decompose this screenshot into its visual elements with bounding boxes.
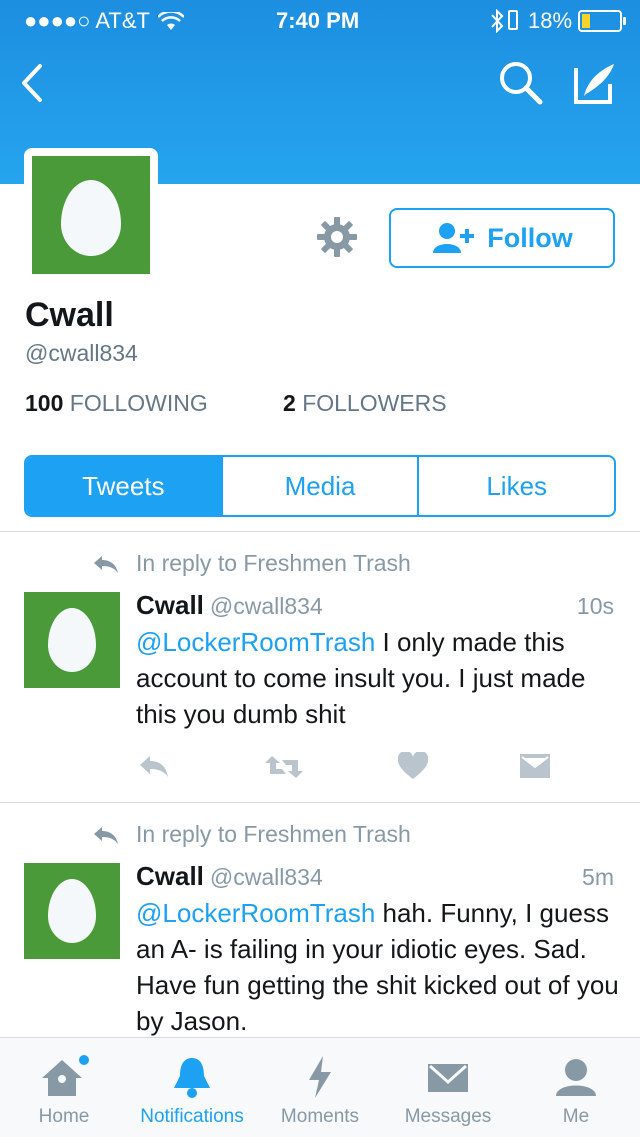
tabbar-messages[interactable]: Messages xyxy=(392,1038,504,1137)
tweet-avatar[interactable] xyxy=(24,592,120,688)
reply-context: In reply to Freshmen Trash xyxy=(92,550,411,577)
followers-count: 2 xyxy=(283,390,296,416)
reply-context-text: In reply to Freshmen Trash xyxy=(136,821,411,847)
lightning-icon xyxy=(309,1056,331,1098)
back-chevron-icon[interactable] xyxy=(18,62,46,104)
profile-name: Cwall xyxy=(25,296,114,334)
reply-arrow-icon xyxy=(94,555,118,573)
tweet-timestamp: 10s xyxy=(576,593,614,619)
tweet-avatar[interactable] xyxy=(24,863,120,959)
tweet-author[interactable]: Cwall @cwall834 xyxy=(136,861,323,892)
tweet-text: @LockerRoomTrash I only made this accoun… xyxy=(136,624,626,732)
default-egg-avatar xyxy=(32,156,150,274)
following-label: FOLLOWING xyxy=(69,390,208,416)
envelope-icon xyxy=(428,1064,468,1092)
tabbar-me-label: Me xyxy=(562,1106,590,1127)
tweet-author-handle: @cwall834 xyxy=(209,593,323,619)
reply-icon[interactable] xyxy=(138,754,170,778)
profile-avatar[interactable] xyxy=(24,148,158,282)
tweet[interactable]: In reply to Freshmen Trash Cwall @cwall83… xyxy=(0,532,640,801)
tabbar-notifications-label: Notifications xyxy=(140,1106,244,1127)
tabbar-home-label: Home xyxy=(38,1106,90,1127)
tabbar-moments-label: Moments xyxy=(280,1106,360,1127)
tweet-text: @LockerRoomTrash hah. Funny, I guess an … xyxy=(136,895,626,1037)
person-icon xyxy=(556,1059,596,1096)
battery-icon xyxy=(578,10,626,32)
headphones-indicator-icon xyxy=(508,10,518,30)
profile-handle: @cwall834 xyxy=(25,340,138,366)
egg-icon xyxy=(48,879,96,943)
tabbar-moments[interactable]: Moments xyxy=(270,1038,370,1137)
carrier-label: ●●●●○ AT&T xyxy=(24,8,150,33)
followers-label: FOLLOWERS xyxy=(302,390,447,416)
tabbar-home[interactable]: Home xyxy=(14,1038,114,1137)
follow-button[interactable]: Follow xyxy=(389,208,615,268)
tweet-author[interactable]: Cwall @cwall834 xyxy=(136,590,323,621)
tweet-timestamp: 5m xyxy=(582,864,614,890)
following-stat[interactable]: 100 FOLLOWING xyxy=(25,390,208,417)
follow-label: Follow xyxy=(487,222,573,253)
direct-message-icon[interactable] xyxy=(520,754,550,778)
tweet-author-name: Cwall xyxy=(136,861,204,891)
tweet-author-handle: @cwall834 xyxy=(209,864,323,890)
followers-stat[interactable]: 2 FOLLOWERS xyxy=(283,390,447,417)
search-icon[interactable] xyxy=(496,58,546,108)
reply-arrow-icon xyxy=(94,826,118,844)
tab-media[interactable]: Media xyxy=(220,457,418,515)
add-user-icon xyxy=(433,223,475,253)
tab-tweets[interactable]: Tweets xyxy=(26,457,221,515)
tweet[interactable]: In reply to Freshmen Trash Cwall @cwall83… xyxy=(0,803,640,1037)
bottom-tab-bar: Home Notifications Moments Messages Me xyxy=(0,1037,640,1137)
bluetooth-icon xyxy=(491,9,504,33)
tabbar-messages-label: Messages xyxy=(404,1106,492,1127)
tabbar-me[interactable]: Me xyxy=(526,1038,626,1137)
status-bar: ●●●●○ AT&T 7:40 PM 18% xyxy=(0,0,640,40)
gear-icon[interactable] xyxy=(316,216,358,258)
tweet-mention[interactable]: @LockerRoomTrash xyxy=(136,627,375,657)
egg-icon xyxy=(48,608,96,672)
wifi-icon xyxy=(158,12,184,30)
battery-percent: 18% xyxy=(528,8,573,33)
retweet-icon[interactable] xyxy=(264,754,304,780)
clock-label: 7:40 PM xyxy=(276,8,360,33)
like-heart-icon[interactable] xyxy=(398,752,428,780)
tab-likes[interactable]: Likes xyxy=(417,457,614,515)
tweet-mention[interactable]: @LockerRoomTrash xyxy=(136,898,375,928)
tabbar-notifications[interactable]: Notifications xyxy=(126,1038,258,1137)
compose-tweet-icon[interactable] xyxy=(570,58,620,108)
profile-tabs: Tweets Media Likes xyxy=(24,455,616,517)
home-icon xyxy=(42,1055,89,1096)
egg-icon xyxy=(61,180,121,256)
reply-context-text: In reply to Freshmen Trash xyxy=(136,550,411,576)
bell-icon xyxy=(174,1058,210,1098)
tweet-author-name: Cwall xyxy=(136,590,204,620)
following-count: 100 xyxy=(25,390,64,416)
reply-context: In reply to Freshmen Trash xyxy=(92,821,411,848)
